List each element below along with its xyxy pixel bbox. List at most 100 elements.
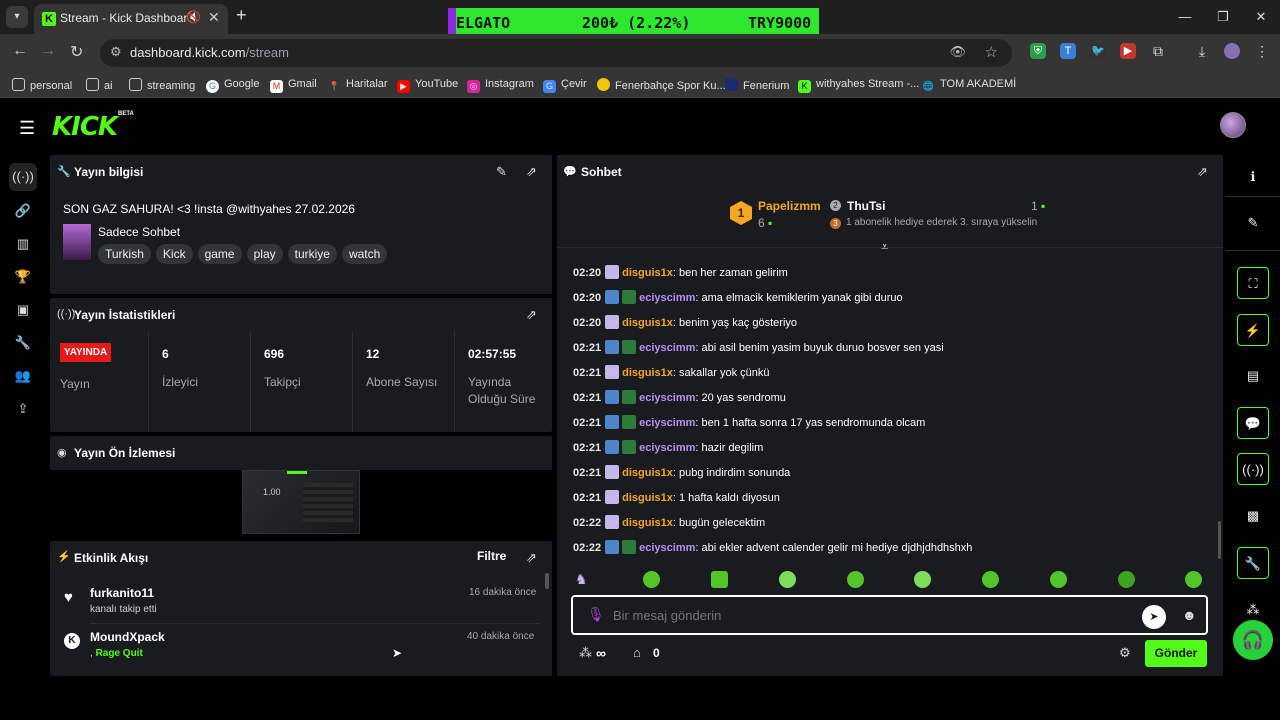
extension-translate-icon[interactable]: T <box>1060 43 1076 59</box>
browser-menu-icon[interactable]: ⋮ <box>1254 43 1270 59</box>
message-user[interactable]: disguis1x <box>622 517 673 529</box>
popout-icon[interactable]: ⇗ <box>526 307 537 323</box>
channel-points-icon[interactable]: ⁂ <box>579 645 592 661</box>
send-button[interactable]: Gönder <box>1145 640 1207 667</box>
popout-icon[interactable]: ⇗ <box>1197 164 1208 180</box>
stream-broadcast-icon[interactable]: ((·)) <box>9 163 37 191</box>
bookmark-youtube[interactable]: ▶ YouTube <box>397 78 458 93</box>
back-icon[interactable]: ← <box>12 42 28 60</box>
emote-icon[interactable] <box>1185 571 1202 588</box>
notes-icon[interactable]: ▤ <box>1237 360 1269 392</box>
chat-scrollbar[interactable] <box>1218 521 1221 559</box>
profile-avatar-icon[interactable] <box>1224 43 1240 59</box>
bookmark-ai[interactable]: ai <box>86 78 113 92</box>
url-input[interactable]: ⚙ dashboard.kick.com/stream 👁 ☆ <box>100 39 1012 67</box>
rank-2-name[interactable]: ThuTsi <box>847 199 885 213</box>
bookmark-instagram[interactable]: ◎ Instagram <box>467 78 534 93</box>
chat-input-box[interactable]: 🎙 ➤ ☻ <box>571 595 1208 635</box>
extension-shield-icon[interactable]: ⛨ <box>1030 43 1046 59</box>
capture-icon[interactable]: ⛶ <box>1237 267 1269 299</box>
tab-close-icon[interactable]: ✕ <box>208 9 220 26</box>
message-user[interactable]: eciyscimm <box>639 392 695 404</box>
extensions-puzzle-icon[interactable]: ⧉ <box>1150 43 1166 59</box>
microphone-icon[interactable]: 🎙 <box>587 606 605 623</box>
bookmark-personal[interactable]: personal <box>12 78 72 92</box>
emoji-icon[interactable]: ☻ <box>1182 607 1197 623</box>
eye-off-icon[interactable]: 👁 <box>949 44 966 60</box>
bookmark-star-icon[interactable]: ☆ <box>985 43 998 61</box>
tab-search-dropdown-icon[interactable]: ▾ <box>6 6 28 28</box>
emote-dance-icon[interactable]: ♞ <box>575 571 588 588</box>
message-user[interactable]: disguis1x <box>622 467 673 479</box>
popout-icon[interactable]: ⇗ <box>526 164 537 180</box>
emote-icon[interactable] <box>779 571 796 588</box>
close-window-icon[interactable]: ✕ <box>1242 0 1280 34</box>
popout-icon[interactable]: ⇗ <box>526 550 537 566</box>
wrench-icon[interactable]: 🔧 <box>13 333 33 353</box>
emote-icon[interactable] <box>1050 571 1067 588</box>
info-icon[interactable]: ℹ <box>1237 161 1269 193</box>
media-icon[interactable]: ▣ <box>13 300 33 320</box>
lightning-icon[interactable]: ⚡ <box>1237 314 1269 346</box>
rank-1-name[interactable]: Papelizmm <box>758 199 821 213</box>
edit-pencil-icon[interactable]: ✎ <box>1237 207 1269 239</box>
chat-settings-gear-icon[interactable]: ⚙ <box>1119 645 1131 661</box>
hamburger-menu-icon[interactable]: ☰ <box>19 118 35 139</box>
chat-bubble-icon[interactable]: 💬 <box>1237 407 1269 439</box>
restore-icon[interactable]: ❐ <box>1204 0 1242 34</box>
message-user[interactable]: eciyscimm <box>639 442 695 454</box>
activity-scrollbar[interactable] <box>545 573 549 589</box>
bookmark-google[interactable]: G Google <box>206 78 259 93</box>
forward-icon[interactable]: → <box>40 42 56 60</box>
preview-thumbnail[interactable]: 1.00 <box>242 470 360 534</box>
bookmark-translate[interactable]: G Çevir <box>543 78 587 93</box>
support-headset-icon[interactable]: 🎧 <box>1233 620 1273 660</box>
activity-user[interactable]: furkanito11 <box>90 586 154 600</box>
chat-message-input[interactable] <box>613 605 1133 625</box>
message-user[interactable]: eciyscimm <box>639 292 695 304</box>
emote-icon[interactable] <box>914 571 931 588</box>
community-icon[interactable]: 👥 <box>13 366 33 386</box>
browser-tab-active[interactable]: K Stream - Kick Dashboard 🔇 ✕ <box>34 4 228 34</box>
user-avatar[interactable] <box>1220 112 1246 138</box>
send-arrow-icon[interactable]: ➤ <box>1142 605 1166 629</box>
minimize-icon[interactable]: — <box>1166 0 1204 34</box>
new-tab-icon[interactable]: + <box>236 5 247 26</box>
message-user[interactable]: eciyscimm <box>639 542 695 554</box>
collapse-leaderboard-icon[interactable]: ⩡ <box>881 239 888 255</box>
trophy-icon[interactable]: 🏆 <box>13 267 33 287</box>
activity-user[interactable]: MoundXpack <box>90 630 165 644</box>
extension-bird-icon[interactable]: 🐦 <box>1090 43 1106 59</box>
edit-pencil-icon[interactable]: ✎ <box>496 164 507 180</box>
site-info-icon[interactable]: ⚙ <box>110 44 122 60</box>
link-icon[interactable]: 🔗 <box>13 201 33 221</box>
message-user[interactable]: eciyscimm <box>639 342 695 354</box>
bookmark-gmail[interactable]: M Gmail <box>270 78 317 93</box>
bookmark-tom-akademi[interactable]: 🌐 TOM AKADEMİ <box>922 78 1016 93</box>
bookmark-maps[interactable]: 📍 Haritalar <box>328 78 388 93</box>
wrench-icon[interactable]: 🔧 <box>1237 547 1269 579</box>
emote-icon[interactable] <box>982 571 999 588</box>
emote-icon[interactable] <box>711 571 728 588</box>
bookmark-fenerbahce[interactable]: Fenerbahçe Spor Ku... <box>597 78 726 92</box>
bookmark-streaming[interactable]: streaming <box>129 78 195 92</box>
category-thumbnail[interactable] <box>63 224 91 260</box>
emote-icon[interactable] <box>643 571 660 588</box>
message-user[interactable]: eciyscimm <box>639 417 695 429</box>
message-user[interactable]: disguis1x <box>622 317 673 329</box>
message-user[interactable]: disguis1x <box>622 492 673 504</box>
kick-logo[interactable]: KICK <box>52 112 118 142</box>
reload-icon[interactable]: ↻ <box>70 42 83 62</box>
upload-icon[interactable]: ⇪ <box>13 399 33 419</box>
tab-mute-icon[interactable]: 🔇 <box>186 10 201 24</box>
bookmark-kick-stream[interactable]: Kwithyahes Stream -... <box>798 78 919 93</box>
video-camera-icon[interactable]: ▩ <box>1237 500 1269 532</box>
bookmark-fenerium[interactable]: Fenerium <box>725 78 789 92</box>
extension-youtube-icon[interactable]: ▶ <box>1120 43 1136 59</box>
store-icon[interactable]: ⌂ <box>633 645 641 660</box>
analytics-chart-icon[interactable]: ▥ <box>13 234 33 254</box>
message-user[interactable]: disguis1x <box>622 367 673 379</box>
downloads-icon[interactable]: ⤓ <box>1194 43 1210 59</box>
broadcast-icon[interactable]: ((·)) <box>1237 453 1269 485</box>
message-user[interactable]: disguis1x <box>622 267 673 279</box>
